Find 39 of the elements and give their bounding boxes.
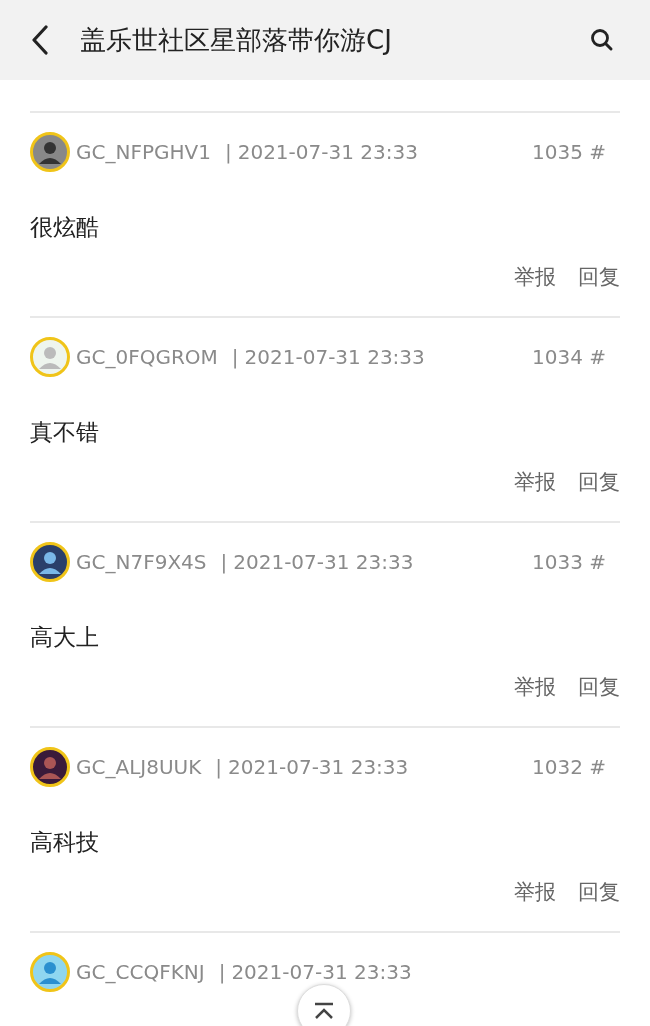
post-time: 2021-07-31 23:33	[231, 960, 412, 984]
reply-link[interactable]: 回复	[578, 878, 620, 906]
username[interactable]: GC_N7F9X4S	[76, 550, 207, 574]
avatar-icon[interactable]	[30, 747, 70, 787]
post-time: 2021-07-31 23:33	[237, 140, 418, 164]
reply-link[interactable]: 回复	[578, 673, 620, 701]
page-title: 盖乐世社区星部落带你游CJ	[80, 23, 393, 57]
reply-link[interactable]: 回复	[578, 263, 620, 291]
username[interactable]: GC_NFPGHV1	[76, 140, 211, 164]
report-link[interactable]: 举报	[514, 468, 556, 496]
floor-number: 1033 #	[532, 550, 606, 574]
report-link[interactable]: 举报	[514, 673, 556, 701]
username[interactable]: GC_ALJ8UUK	[76, 755, 202, 779]
comment-text: 真不错	[30, 418, 100, 447]
separator: |	[218, 960, 226, 984]
search-icon[interactable]	[590, 28, 614, 52]
username[interactable]: GC_0FQGROM	[76, 345, 218, 369]
avatar-icon[interactable]	[30, 542, 70, 582]
comment-text: 高大上	[30, 623, 100, 652]
post-time: 2021-07-31 23:33	[244, 345, 425, 369]
username[interactable]: GC_CCQFKNJ	[76, 960, 205, 984]
report-link[interactable]: 举报	[514, 263, 556, 291]
comment-text: 很炫酷	[30, 213, 100, 242]
back-icon[interactable]	[30, 25, 50, 55]
back-to-top-button[interactable]	[297, 984, 351, 1026]
reply-link[interactable]: 回复	[578, 468, 620, 496]
separator: |	[220, 550, 228, 574]
post-time: 2021-07-31 23:33	[233, 550, 414, 574]
report-link[interactable]: 举报	[514, 878, 556, 906]
post-time: 2021-07-31 23:33	[228, 755, 409, 779]
floor-number: 1035 #	[532, 140, 606, 164]
comment-text: 高科技	[30, 828, 100, 857]
separator: |	[224, 140, 232, 164]
floor-number: 1034 #	[532, 345, 606, 369]
back-to-top-icon	[313, 1002, 335, 1020]
avatar-icon[interactable]	[30, 132, 70, 172]
floor-number: 1032 #	[532, 755, 606, 779]
separator: |	[215, 755, 223, 779]
separator: |	[231, 345, 239, 369]
